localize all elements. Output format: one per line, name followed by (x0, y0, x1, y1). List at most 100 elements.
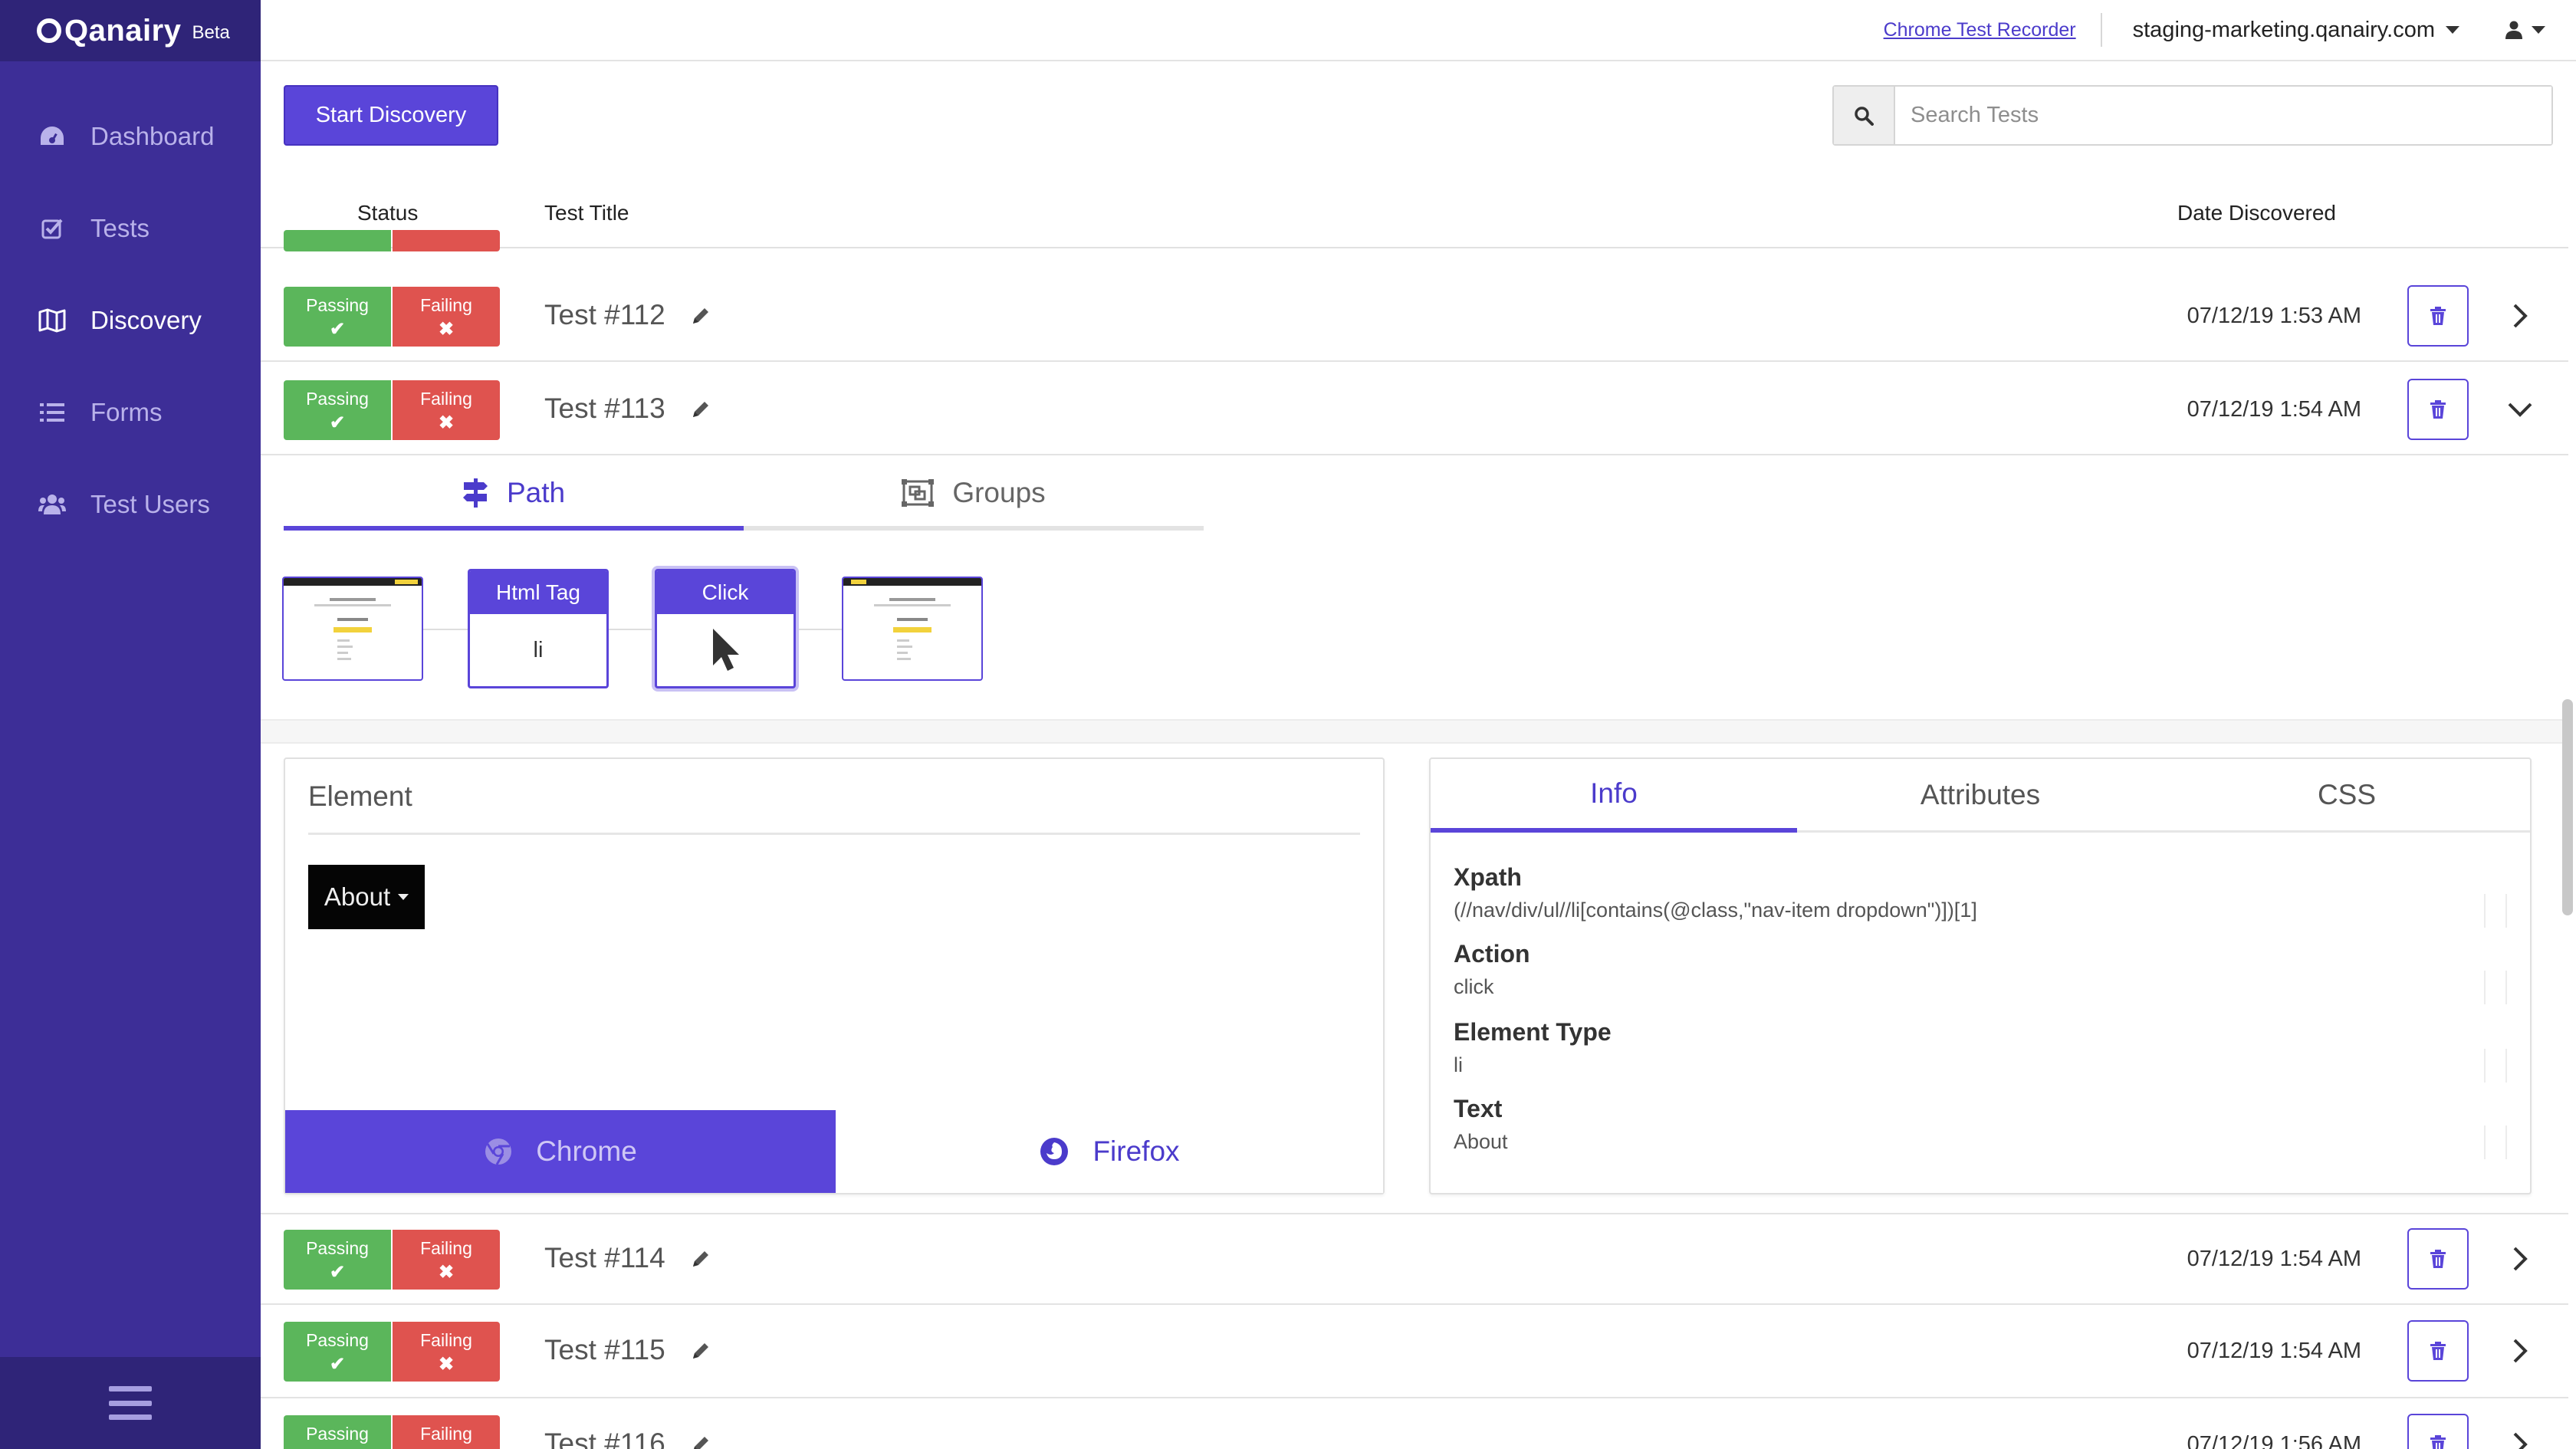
map-icon (38, 307, 66, 334)
sidebar-item-discovery[interactable]: Discovery (0, 274, 261, 366)
element-preview-text: About (324, 882, 391, 911)
table-row[interactable]: Passing✔ Failing✖ Test #116 07/12/19 1:5… (261, 1400, 2568, 1449)
users-icon (38, 491, 66, 518)
sidebar-item-dashboard[interactable]: Dashboard (0, 90, 261, 182)
sidebar-item-label: Forms (90, 398, 163, 426)
close-icon: ✖ (438, 1261, 455, 1283)
test-title: Test #115 (544, 1334, 665, 1365)
page-thumbnail-start[interactable] (282, 577, 423, 681)
step-html-tag[interactable]: Html Tag li (468, 569, 609, 688)
sidebar-item-forms[interactable]: Forms (0, 366, 261, 458)
badge-label: Failing (420, 1423, 472, 1444)
info-label: Element Type (1454, 1018, 1612, 1046)
date-discovered: 07/12/19 1:54 AM (2187, 397, 2361, 422)
status-badges-partial (284, 230, 500, 251)
tab-label: Groups (952, 477, 1046, 508)
trash-icon (2430, 400, 2446, 419)
chevron-right-icon[interactable] (2506, 302, 2534, 330)
copy-box[interactable] (2484, 894, 2507, 928)
status-badges: Passing ✔ Failing ✖ (284, 1230, 500, 1290)
table-row[interactable]: Passing ✔ Failing ✖ Test #115 07/12/19 1:5… (261, 1306, 2568, 1398)
check-square-icon (38, 215, 66, 242)
edit-pencil-icon[interactable] (690, 305, 711, 327)
chevron-right-icon[interactable] (2506, 1245, 2534, 1273)
table-row-expanded[interactable]: Passing ✔ Failing ✖ Test #113 07/12/19 1:5… (261, 363, 2568, 455)
status-badges: Passing ✔ Failing ✖ (284, 287, 500, 347)
passing-badge[interactable] (284, 230, 391, 251)
start-discovery-button[interactable]: Start Discovery (284, 85, 498, 146)
object-group-icon (902, 479, 935, 507)
table-row[interactable]: Passing ✔ Failing ✖ Test #112 07/12/19 1:5… (261, 270, 2568, 362)
edit-pencil-icon[interactable] (690, 399, 711, 420)
chevron-right-icon[interactable] (2506, 1431, 2534, 1449)
badge-label: Passing (306, 1329, 369, 1350)
scrollbar-thumb[interactable] (2562, 699, 2573, 915)
delete-button[interactable] (2407, 285, 2469, 347)
info-value-element-type: li (1454, 1053, 1463, 1076)
step-header: Click (657, 571, 794, 614)
failing-badge[interactable]: Failing✖ (393, 1415, 500, 1449)
browser-tab-chrome[interactable]: Chrome (285, 1110, 836, 1193)
close-icon: ✖ (438, 412, 455, 433)
copy-box[interactable] (2484, 1049, 2507, 1083)
badge-label: Passing (306, 294, 369, 315)
delete-button[interactable] (2407, 379, 2469, 440)
tab-info[interactable]: Info (1431, 759, 1797, 833)
badge-label: Failing (420, 294, 472, 315)
user-menu[interactable] (2505, 21, 2545, 39)
sidebar-item-test-users[interactable]: Test Users (0, 458, 261, 550)
passing-badge[interactable]: Passing✔ (284, 1322, 391, 1382)
domain-selector[interactable]: staging-marketing.qanairy.com (2133, 18, 2435, 43)
delete-button[interactable] (2407, 1228, 2469, 1290)
edit-pencil-icon[interactable] (690, 1340, 711, 1362)
trash-icon (2430, 1435, 2446, 1449)
tab-css[interactable]: CSS (2164, 759, 2530, 833)
failing-badge[interactable]: Failing✖ (393, 380, 500, 440)
delete-button[interactable] (2407, 1414, 2469, 1449)
page-thumbnail-end[interactable] (842, 577, 983, 681)
sidebar-item-label: Discovery (90, 306, 202, 334)
dashboard-icon (38, 123, 66, 150)
copy-box[interactable] (2484, 971, 2507, 1004)
info-label: Xpath (1454, 863, 1522, 891)
logo-text: Qanairy (64, 13, 182, 48)
edit-pencil-icon[interactable] (690, 1434, 711, 1449)
logo[interactable]: Qanairy Beta (0, 0, 261, 61)
trash-icon (2430, 1342, 2446, 1360)
chevron-down-icon[interactable] (2446, 26, 2459, 34)
copy-box[interactable] (2484, 1125, 2507, 1159)
chevron-right-icon[interactable] (2506, 1337, 2534, 1365)
passing-badge[interactable]: Passing✔ (284, 380, 391, 440)
test-title: Test #113 (544, 393, 665, 424)
chevron-down-icon[interactable] (2506, 396, 2534, 423)
failing-badge[interactable]: Failing✖ (393, 287, 500, 347)
sidebar-item-tests[interactable]: Tests (0, 182, 261, 274)
failing-badge[interactable] (393, 230, 500, 251)
sidebar-toggle[interactable] (0, 1357, 261, 1449)
passing-badge[interactable]: Passing✔ (284, 287, 391, 347)
date-discovered: 07/12/19 1:53 AM (2187, 304, 2361, 328)
trash-icon (2430, 307, 2446, 325)
passing-badge[interactable]: Passing✔ (284, 1415, 391, 1449)
badge-label: Passing (306, 1237, 369, 1258)
passing-badge[interactable]: Passing✔ (284, 1230, 391, 1290)
search-input[interactable] (1895, 87, 2551, 144)
chrome-test-recorder-link[interactable]: Chrome Test Recorder (1884, 19, 2076, 41)
top-bar: Chrome Test Recorder staging-marketing.q… (261, 0, 2576, 61)
failing-badge[interactable]: Failing✖ (393, 1230, 500, 1290)
failing-badge[interactable]: Failing✖ (393, 1322, 500, 1382)
column-header-title: Test Title (544, 201, 629, 225)
browser-tab-firefox[interactable]: Firefox (836, 1110, 1383, 1193)
tab-groups[interactable]: Groups (744, 460, 1204, 531)
delete-button[interactable] (2407, 1320, 2469, 1382)
edit-pencil-icon[interactable] (690, 1248, 711, 1270)
table-row[interactable]: Passing ✔ Failing ✖ Test #114 07/12/19 1:5… (261, 1213, 2568, 1305)
date-discovered: 07/12/19 1:54 AM (2187, 1247, 2361, 1271)
tab-attributes[interactable]: Attributes (1797, 759, 2164, 833)
search-icon[interactable] (1834, 87, 1895, 144)
step-click[interactable]: Click (655, 569, 796, 688)
tab-path[interactable]: Path (284, 460, 744, 531)
column-header-date: Date Discovered (2177, 201, 2336, 225)
cursor-icon (657, 614, 794, 686)
element-panel-title: Element (308, 780, 412, 812)
